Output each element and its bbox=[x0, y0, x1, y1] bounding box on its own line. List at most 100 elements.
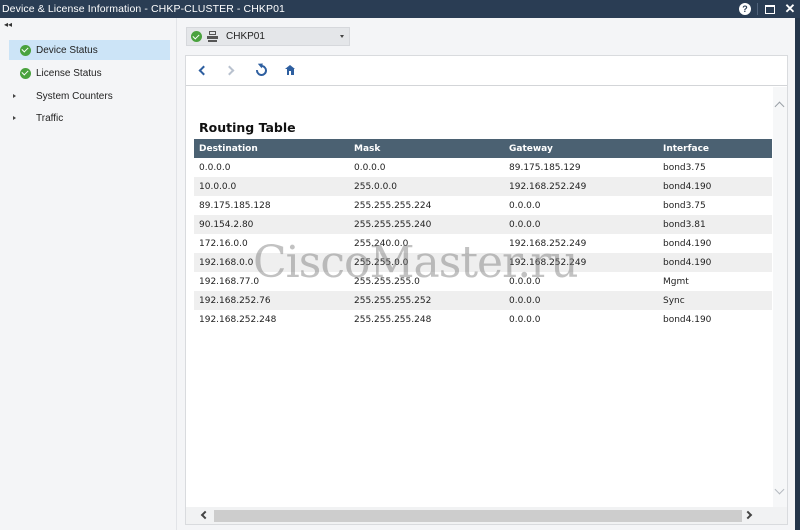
home-icon bbox=[285, 65, 295, 75]
close-icon: ✕ bbox=[784, 1, 796, 16]
sidebar-item-label: License Status bbox=[36, 67, 102, 79]
refresh-icon bbox=[253, 62, 269, 78]
table-row[interactable]: 192.168.252.76 255.255.255.252 0.0.0.0 Sync bbox=[194, 291, 772, 310]
table-row[interactable]: 192.168.77.0 255.255.255.0 0.0.0.0 Mgmt bbox=[194, 272, 772, 291]
navigation-toolbar bbox=[186, 56, 787, 86]
cell-gateway: 192.168.252.249 bbox=[504, 177, 658, 196]
cell-interface: bond4.190 bbox=[663, 238, 712, 249]
title-bar: Device & License Information - CHKP-CLUS… bbox=[0, 0, 800, 18]
sidebar: ◂◂ Device Status License Status System C… bbox=[0, 18, 177, 530]
maximize-icon bbox=[765, 4, 775, 14]
cell-destination: 89.175.185.128 bbox=[199, 200, 271, 211]
horizontal-scrollbar[interactable] bbox=[186, 507, 787, 524]
table-row[interactable]: 89.175.185.128 255.255.255.224 0.0.0.0 bond… bbox=[194, 196, 772, 215]
window-border bbox=[795, 18, 800, 530]
window-title: Device & License Information - CHKP-CLUS… bbox=[2, 3, 285, 15]
cell-gateway: 0.0.0.0 bbox=[509, 314, 541, 325]
help-button[interactable]: ? bbox=[735, 0, 755, 18]
controls-divider bbox=[757, 3, 758, 15]
column-header-mask[interactable]: Mask bbox=[349, 139, 504, 158]
cell-mask: 255.0.0.0 bbox=[349, 177, 504, 196]
refresh-button[interactable] bbox=[253, 62, 269, 78]
double-chevron-left-icon: ◂◂ bbox=[4, 20, 13, 29]
cell-interface: bond4.190 bbox=[663, 314, 712, 325]
cell-mask: 255.240.0.0 bbox=[354, 238, 409, 249]
cell-destination: 192.168.252.248 bbox=[199, 314, 277, 325]
column-header-destination[interactable]: Destination bbox=[194, 139, 349, 158]
table-row[interactable]: 192.168.0.0 255.255.0.0 192.168.252.249 bon… bbox=[194, 253, 772, 272]
cell-interface: Mgmt bbox=[663, 276, 689, 287]
chevron-down-icon bbox=[340, 35, 344, 38]
table-row[interactable]: 90.154.2.80 255.255.255.240 0.0.0.0 bond3.8… bbox=[194, 215, 772, 234]
scroll-up-icon[interactable] bbox=[774, 101, 785, 112]
sidebar-item-license-status[interactable]: License Status bbox=[9, 63, 170, 83]
table-row[interactable]: 172.16.0.0 255.240.0.0 192.168.252.249 bond… bbox=[194, 234, 772, 253]
scroll-down-icon[interactable] bbox=[774, 484, 785, 495]
vertical-scrollbar[interactable] bbox=[773, 87, 787, 507]
scroll-right-icon[interactable] bbox=[743, 510, 753, 520]
cell-interface: bond3.75 bbox=[663, 162, 706, 173]
cell-mask: 255.255.255.240 bbox=[349, 215, 504, 234]
table-row[interactable]: 10.0.0.0 255.0.0.0 192.168.252.249 bond4.19… bbox=[194, 177, 772, 196]
cell-gateway: 0.0.0.0 bbox=[504, 291, 658, 310]
green-check-icon bbox=[20, 67, 31, 79]
cell-gateway: 0.0.0.0 bbox=[504, 215, 658, 234]
horizontal-scroll-thumb[interactable] bbox=[214, 510, 742, 522]
table-row[interactable]: 192.168.252.248 255.255.255.248 0.0.0.0 bon… bbox=[194, 310, 772, 329]
sidebar-item-label: Device Status bbox=[36, 44, 98, 56]
cell-gateway: 0.0.0.0 bbox=[509, 200, 541, 211]
scroll-left-icon[interactable] bbox=[200, 510, 210, 520]
cell-mask: 255.255.0.0 bbox=[349, 253, 504, 272]
device-dropdown[interactable]: CHKP01 bbox=[186, 27, 350, 46]
window-controls: ? ✕ bbox=[735, 0, 800, 18]
sidebar-item-traffic[interactable]: Traffic bbox=[9, 108, 170, 128]
cell-mask: 255.255.255.248 bbox=[354, 314, 432, 325]
table-header-row: Destination Mask Gateway Interface bbox=[194, 139, 772, 158]
close-button[interactable]: ✕ bbox=[780, 0, 800, 18]
home-button[interactable] bbox=[282, 62, 298, 78]
window-client: ◂◂ Device Status License Status System C… bbox=[0, 18, 795, 530]
green-check-icon bbox=[191, 31, 202, 42]
maximize-button[interactable] bbox=[760, 0, 780, 18]
sidebar-item-label: System Counters bbox=[36, 90, 113, 102]
cell-destination: 90.154.2.80 bbox=[194, 215, 349, 234]
cell-interface: bond4.190 bbox=[658, 177, 772, 196]
cell-destination: 192.168.0.0 bbox=[194, 253, 349, 272]
cell-mask: 0.0.0.0 bbox=[354, 162, 386, 173]
collapse-sidebar-button[interactable]: ◂◂ bbox=[4, 20, 12, 29]
cell-mask: 255.255.255.0 bbox=[354, 276, 420, 287]
cell-gateway: 89.175.185.129 bbox=[509, 162, 581, 173]
cell-gateway: 0.0.0.0 bbox=[509, 276, 541, 287]
device-dropdown-value: CHKP01 bbox=[226, 31, 265, 42]
back-button[interactable] bbox=[194, 62, 210, 78]
cell-interface: bond3.81 bbox=[658, 215, 772, 234]
forward-button[interactable] bbox=[223, 62, 239, 78]
cell-destination: 0.0.0.0 bbox=[199, 162, 231, 173]
cell-destination: 172.16.0.0 bbox=[199, 238, 248, 249]
cell-destination: 192.168.77.0 bbox=[199, 276, 260, 287]
gateway-icon bbox=[207, 31, 218, 42]
table-row[interactable]: 0.0.0.0 0.0.0.0 89.175.185.129 bond3.75 bbox=[194, 158, 772, 177]
expand-triangle-icon[interactable] bbox=[13, 116, 16, 120]
expand-triangle-icon[interactable] bbox=[13, 94, 16, 98]
cell-mask: 255.255.255.224 bbox=[354, 200, 432, 211]
sidebar-item-device-status[interactable]: Device Status bbox=[9, 40, 170, 60]
cell-destination: 192.168.252.76 bbox=[194, 291, 349, 310]
column-header-interface[interactable]: Interface bbox=[658, 139, 772, 158]
sidebar-item-system-counters[interactable]: System Counters bbox=[9, 86, 170, 106]
cell-interface: bond4.190 bbox=[658, 253, 772, 272]
help-icon: ? bbox=[739, 3, 751, 15]
routing-table: Destination Mask Gateway Interface 0.0.0… bbox=[194, 139, 772, 329]
routing-table-title: Routing Table bbox=[199, 120, 296, 135]
scroll-content: Routing Table Destination Mask Gateway I… bbox=[186, 87, 774, 507]
content-panel: Routing Table Destination Mask Gateway I… bbox=[185, 55, 788, 525]
cell-destination: 10.0.0.0 bbox=[194, 177, 349, 196]
chevron-left-icon bbox=[198, 65, 209, 75]
cell-mask: 255.255.255.252 bbox=[349, 291, 504, 310]
column-header-gateway[interactable]: Gateway bbox=[504, 139, 658, 158]
sidebar-item-label: Traffic bbox=[36, 112, 64, 124]
green-check-icon bbox=[20, 44, 31, 56]
cell-interface: bond3.75 bbox=[663, 200, 706, 211]
chevron-right-icon bbox=[224, 65, 235, 75]
cell-gateway: 192.168.252.249 bbox=[509, 238, 587, 249]
